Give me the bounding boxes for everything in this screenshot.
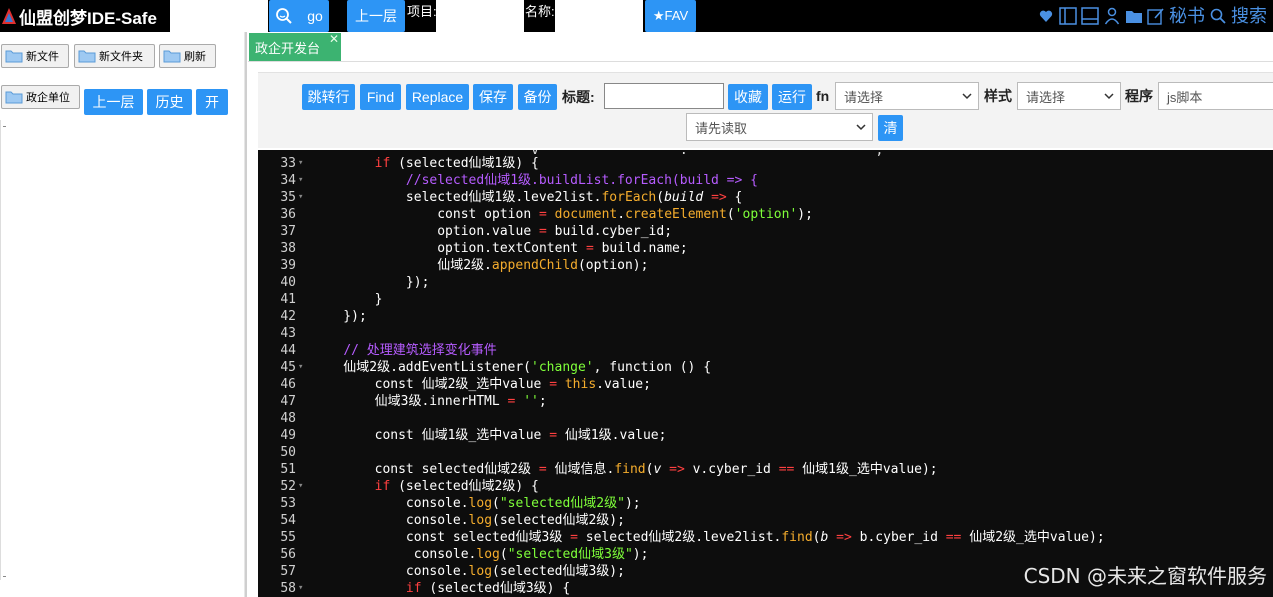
new-file-button[interactable]: 新文件	[1, 44, 69, 68]
code-line: const option = document.createElement('o…	[312, 207, 813, 222]
open-button[interactable]: 开	[196, 89, 228, 115]
app-title: 仙盟创梦IDE-Safe	[19, 8, 157, 28]
panel-splitter[interactable]	[244, 32, 247, 597]
collect-button[interactable]: 收藏	[728, 84, 768, 110]
code-line: const selected仙域2级 = 仙域信息.find(v => v.cy…	[312, 462, 938, 477]
folder-icon	[78, 50, 96, 63]
save-button[interactable]: 保存	[473, 84, 513, 110]
folder-icon[interactable]	[1125, 7, 1143, 25]
folder-icon	[163, 50, 181, 63]
new-folder-button[interactable]: 新文件夹	[74, 44, 155, 68]
gov-unit-button[interactable]: 政企单位	[1, 85, 80, 109]
refresh-label: 刷新	[184, 51, 206, 63]
read-select-value: 请先读取	[695, 120, 748, 136]
code-line: if (selected仙域1级) {	[374, 156, 539, 171]
code-line: if (selected仙域2级) {	[374, 479, 539, 494]
fn-select[interactable]: 请选择	[835, 82, 979, 110]
fn-select-value: 请选择	[844, 89, 884, 105]
code-line: console.log(selected仙域2级);	[312, 513, 625, 528]
title-input[interactable]	[604, 83, 724, 109]
code-line: // 处理建筑选择变化事件	[343, 343, 497, 358]
fav-button[interactable]: ★FAV	[645, 0, 696, 32]
program-select-value: js脚本	[1167, 89, 1203, 105]
split-left-icon[interactable]	[1059, 7, 1077, 25]
gov-unit-label: 政企单位	[26, 92, 70, 104]
program-select[interactable]: js脚本	[1158, 82, 1273, 110]
code-line: option.value = build.cyber_id;	[312, 224, 673, 239]
code-editor[interactable]: v . , 33 ▾ 34 ▾ 35 ▾ 36 37 38 39 40 41 42 43 44 45 ▾ 46 47…	[258, 150, 1273, 597]
read-select[interactable]: 请先读取	[686, 113, 873, 141]
clear-button[interactable]: 清	[878, 115, 903, 141]
code-line: const 仙域1级_选中value = 仙域1级.value;	[312, 428, 667, 443]
chevron-down-icon	[962, 93, 972, 100]
code-line: option.textContent = build.name;	[312, 241, 688, 256]
code-line: });	[312, 309, 367, 324]
code-line: console.log("selected仙域2级");	[312, 496, 641, 511]
folder-icon	[5, 50, 23, 63]
edit-icon[interactable]	[1147, 7, 1165, 25]
user-icon[interactable]	[1103, 7, 1121, 25]
left-up-level-button[interactable]: 上一层	[84, 89, 143, 115]
find-button[interactable]: Find	[360, 84, 401, 110]
watermark: CSDN @未来之窗软件服务	[1023, 564, 1267, 588]
code-line: const 仙域2级_选中value = this.value;	[312, 377, 651, 392]
chevron-down-icon	[1104, 93, 1114, 100]
code-line: const selected仙域3级 = selected仙域2级.leve2l…	[312, 530, 1105, 545]
app-logo: 仙盟创梦IDE-Safe	[0, 0, 168, 32]
fn-label: fn	[816, 88, 830, 104]
backup-button[interactable]: 备份	[518, 84, 557, 110]
go-button[interactable]: go	[269, 0, 329, 32]
code-line: }	[312, 292, 383, 307]
name-label: 名称:	[525, 3, 555, 19]
go-label: go	[307, 8, 323, 24]
split-bottom-icon[interactable]	[1081, 7, 1099, 25]
code-line: 仙域2级.addEventListener('change', function…	[312, 360, 712, 375]
search-icon[interactable]	[1209, 7, 1227, 25]
logo-icon	[2, 8, 16, 24]
heart-icon[interactable]	[1037, 7, 1055, 25]
file-tree	[0, 120, 8, 580]
project-label: 项目:	[407, 3, 437, 19]
chevron-down-icon	[856, 124, 866, 131]
code-line: });	[312, 275, 430, 290]
new-file-label: 新文件	[26, 51, 59, 63]
project-input[interactable]	[436, 0, 524, 32]
up-level-button[interactable]: 上一层	[347, 0, 405, 32]
refresh-button[interactable]: 刷新	[159, 44, 216, 68]
tab-gov-dev[interactable]: 政企开发台 ✕	[249, 33, 341, 61]
code-line: 仙域3级.innerHTML = '';	[312, 394, 547, 409]
search-link[interactable]: 搜索	[1231, 0, 1267, 32]
top-bar: 仙盟创梦IDE-Safe go 上一层 项目: 名称: ★FAV 秘书 搜索	[0, 0, 1273, 32]
search-input[interactable]	[170, 0, 268, 32]
folder-icon	[5, 91, 23, 104]
left-panel: 新文件 新文件夹 刷新 政企单位 上一层 历史 开	[0, 32, 244, 597]
name-input[interactable]	[555, 0, 643, 32]
replace-button[interactable]: Replace	[406, 84, 469, 110]
jump-line-button[interactable]: 跳转行	[302, 84, 355, 110]
secretary-link[interactable]: 秘书	[1169, 0, 1205, 32]
tab-label: 政企开发台	[255, 40, 321, 56]
close-icon[interactable]: ✕	[329, 33, 339, 45]
new-folder-label: 新文件夹	[99, 51, 143, 63]
search-icon	[276, 8, 292, 24]
tab-bar: 政企开发台 ✕	[248, 32, 1273, 62]
style-select[interactable]: 请选择	[1017, 82, 1121, 110]
program-label: 程序	[1125, 88, 1153, 104]
history-button[interactable]: 历史	[147, 89, 192, 115]
style-label: 样式	[984, 88, 1012, 104]
editor-toolbar: 跳转行 Find Replace 保存 备份 标题: 收藏 运行 fn 请选择 …	[258, 72, 1273, 148]
title-label: 标题:	[562, 89, 595, 105]
top-right-tools: 秘书 搜索	[1037, 0, 1267, 32]
code-line: //selected仙域1级.buildList.forEach(build =…	[405, 173, 758, 188]
code-line: 仙域2级.appendChild(option);	[312, 258, 649, 273]
code-line: selected仙域1级.leve2list.forEach(build => …	[312, 190, 743, 205]
run-button[interactable]: 运行	[772, 84, 812, 110]
style-select-value: 请选择	[1026, 89, 1066, 105]
